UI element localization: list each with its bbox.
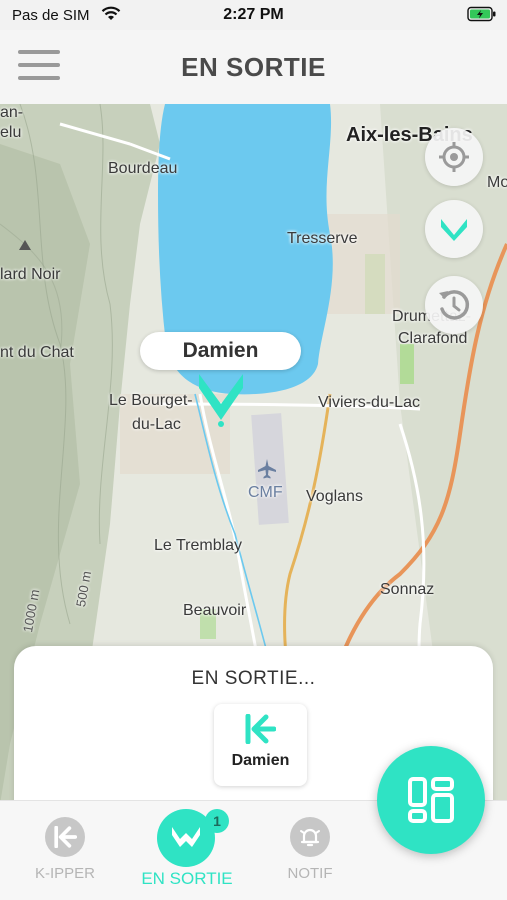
tab-notif[interactable]: NOTIF xyxy=(245,801,375,900)
place-cmf: CMF xyxy=(248,484,283,501)
place-beauvoir: Beauvoir xyxy=(183,602,247,619)
page-title: EN SORTIE xyxy=(181,52,326,82)
place-viviers-du-lac: Viviers-du-Lac xyxy=(318,394,420,411)
tab-notif-label: NOTIF xyxy=(287,865,333,882)
tab-k-ipper-label: K-IPPER xyxy=(34,865,95,882)
place-elu: elu xyxy=(0,124,22,141)
battery-icon xyxy=(467,6,496,22)
place-sonnaz: Sonnaz xyxy=(380,581,435,598)
dashboard-grid-icon xyxy=(408,777,454,823)
app-header: EN SORTIE xyxy=(0,30,507,104)
history-icon xyxy=(439,290,470,320)
locate-button[interactable] xyxy=(425,128,483,186)
tab-badge: 1 xyxy=(205,809,229,833)
history-button[interactable] xyxy=(425,276,483,334)
place-du-lac: du-Lac xyxy=(132,416,181,433)
sheet-title: EN SORTIE... xyxy=(191,668,316,689)
dashboard-fab[interactable] xyxy=(377,746,485,854)
locate-icon xyxy=(439,142,469,172)
clock: 2:27 PM xyxy=(223,6,284,23)
place-bourdeau: Bourdeau xyxy=(108,160,178,177)
tab-k-ipper[interactable]: K-IPPER xyxy=(0,801,130,900)
place-tresserve: Tresserve xyxy=(287,230,358,247)
user-location-marker[interactable] xyxy=(197,370,245,430)
bell-icon xyxy=(290,817,330,857)
k-ipper-icon xyxy=(45,817,85,857)
place-voglans: Voglans xyxy=(306,488,363,505)
collapse-button[interactable] xyxy=(425,200,483,258)
place-mo: Mo xyxy=(487,174,507,191)
user-name-bubble[interactable]: Damien xyxy=(140,332,301,370)
place-le-tremblay: Le Tremblay xyxy=(154,537,243,554)
user-card[interactable]: Damien xyxy=(214,704,307,786)
tab-en-sortie[interactable]: 1 EN SORTIE xyxy=(122,801,252,900)
airport-icon xyxy=(258,459,276,479)
k-logo-icon xyxy=(245,714,276,744)
peak-icon xyxy=(19,240,31,250)
chevron-down-icon xyxy=(441,219,467,241)
tab-en-sortie-label: EN SORTIE xyxy=(141,869,233,888)
place-le-bourget: Le Bourget- xyxy=(109,392,193,409)
status-bar: Pas de SIM 2:27 PM xyxy=(0,0,507,30)
user-card-name: Damien xyxy=(231,752,290,769)
place-an: an- xyxy=(0,104,24,121)
place-lard-noir: lard Noir xyxy=(0,266,61,283)
place-mont-du-chat: nt du Chat xyxy=(0,344,74,361)
